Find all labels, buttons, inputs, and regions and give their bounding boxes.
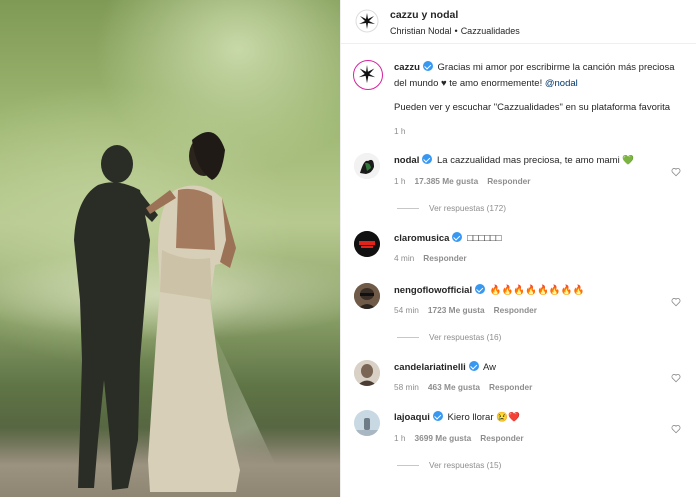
caption-username[interactable]: cazzu	[394, 62, 420, 73]
comment-text: □□□□□□	[467, 233, 502, 244]
audio-track-link[interactable]: Cazzualidades	[461, 26, 520, 36]
avatar-nodal[interactable]	[354, 153, 380, 179]
like-heart-icon[interactable]	[671, 167, 681, 177]
comment-username[interactable]: nengoflowofficial	[394, 285, 472, 296]
post-image[interactable]	[0, 0, 340, 497]
comment-text: Aw	[482, 362, 496, 373]
caption-time[interactable]: 1 h	[394, 126, 406, 136]
view-replies-label: Ver respuestas (15)	[429, 460, 502, 470]
lajoaqui-avatar-icon	[354, 410, 380, 436]
verified-badge-icon	[432, 411, 443, 421]
comment-time[interactable]: 1 h	[394, 433, 406, 443]
comment-nengoflowofficial: nengoflowofficial 🔥🔥🔥🔥🔥🔥🔥🔥	[394, 284, 584, 298]
reply-button[interactable]: Responder	[494, 305, 537, 315]
caption-meta: 1 h	[394, 126, 415, 136]
comment-likes[interactable]: 1723 Me gusta	[428, 305, 485, 315]
comment-claromusica: claromusica □□□□□□	[394, 232, 502, 246]
comment-username[interactable]: candelariatinelli	[394, 362, 466, 373]
claromusica-logo-icon	[354, 231, 380, 257]
verified-badge-icon	[452, 232, 463, 242]
caption-text-1: Gracias mi amor por escribirme la canció…	[437, 62, 675, 73]
comment-username[interactable]: lajoaqui	[394, 412, 430, 423]
comment-time[interactable]: 1 h	[394, 176, 406, 186]
comment-likes[interactable]: 17.385 Me gusta	[415, 176, 479, 186]
nodal-avatar-icon	[354, 153, 380, 179]
comment-meta: 54 min 1723 Me gusta Responder	[394, 305, 546, 315]
comment-time[interactable]: 4 min	[394, 253, 414, 263]
comment-likes[interactable]: 463 Me gusta	[428, 382, 480, 392]
subtitle-separator: •	[454, 26, 458, 36]
post-title[interactable]: cazzu y nodal	[390, 9, 458, 21]
like-heart-icon[interactable]	[671, 297, 681, 307]
verified-badge-icon	[468, 361, 479, 371]
caption-text-2: del mundo ♥ te amo enormemente!	[394, 78, 543, 89]
comment-time[interactable]: 58 min	[394, 382, 419, 392]
caption-line-2: del mundo ♥ te amo enormemente! @nodal	[394, 77, 578, 91]
avatar-nengoflowofficial[interactable]	[354, 283, 380, 309]
view-replies-label: Ver respuestas (16)	[429, 332, 502, 342]
view-replies-button[interactable]: Ver respuestas (15)	[397, 460, 501, 470]
avatar-lajoaqui[interactable]	[354, 410, 380, 436]
couple-silhouette	[74, 132, 240, 492]
comment-candelariatinelli: candelariatinelli Aw	[394, 361, 496, 375]
replies-line	[397, 465, 419, 467]
comment-username[interactable]: claromusica	[394, 233, 449, 244]
avatar-candelariatinelli[interactable]	[354, 360, 380, 386]
post-header: cazzu y nodal Christian Nodal • Cazzualida…	[341, 0, 696, 44]
reply-button[interactable]: Responder	[487, 176, 530, 186]
caption-line-1: cazzu Gracias mi amor por escribirme la …	[394, 61, 675, 75]
reply-button[interactable]: Responder	[423, 253, 466, 263]
comment-lajoaqui: lajoaqui Kiero llorar 😢❤️	[394, 411, 520, 425]
cazzu-star-icon	[358, 64, 376, 84]
comment-meta: 58 min 463 Me gusta Responder	[394, 382, 541, 392]
like-heart-icon[interactable]	[671, 373, 681, 383]
comment-nodal: nodal La cazzualidad mas preciosa, te am…	[394, 154, 634, 168]
comment-text: 🔥🔥🔥🔥🔥🔥🔥🔥	[489, 285, 585, 296]
comment-meta: 1 h 17.385 Me gusta Responder	[394, 176, 540, 186]
comment-text: La cazzualidad mas preciosa, te amo mami…	[436, 155, 635, 166]
view-replies-label: Ver respuestas (172)	[429, 203, 507, 213]
comment-text: Kiero llorar 😢❤️	[447, 412, 520, 423]
comment-username[interactable]: nodal	[394, 155, 419, 166]
replies-line	[397, 337, 419, 339]
view-replies-button[interactable]: Ver respuestas (16)	[397, 332, 501, 342]
like-heart-icon[interactable]	[671, 424, 681, 434]
cazzu-logo-icon[interactable]	[355, 9, 379, 33]
mention-nodal-link[interactable]: @nodal	[545, 78, 578, 89]
audio-artist-link[interactable]: Christian Nodal	[390, 26, 452, 36]
post-panel: cazzu y nodal Christian Nodal • Cazzualida…	[340, 0, 696, 497]
caption-text-3: Pueden ver y escuchar "Cazzualidades" en…	[394, 102, 671, 113]
comment-likes[interactable]: 3699 Me gusta	[415, 433, 472, 443]
verified-badge-icon	[475, 284, 486, 294]
comment-meta: 4 min Responder	[394, 253, 476, 263]
reply-button[interactable]: Responder	[480, 433, 523, 443]
nengoflow-avatar-icon	[354, 283, 380, 309]
verified-badge-icon	[422, 154, 433, 164]
reply-button[interactable]: Responder	[489, 382, 532, 392]
replies-line	[397, 208, 419, 210]
verified-badge-icon	[422, 61, 433, 71]
avatar-claromusica[interactable]	[354, 231, 380, 257]
comment-meta: 1 h 3699 Me gusta Responder	[394, 433, 533, 443]
view-replies-button[interactable]: Ver respuestas (172)	[397, 203, 506, 213]
comment-time[interactable]: 54 min	[394, 305, 419, 315]
candelaria-avatar-icon	[354, 360, 380, 386]
post-subtitle: Christian Nodal • Cazzualidades	[390, 26, 520, 36]
avatar-cazzu[interactable]	[353, 60, 383, 90]
